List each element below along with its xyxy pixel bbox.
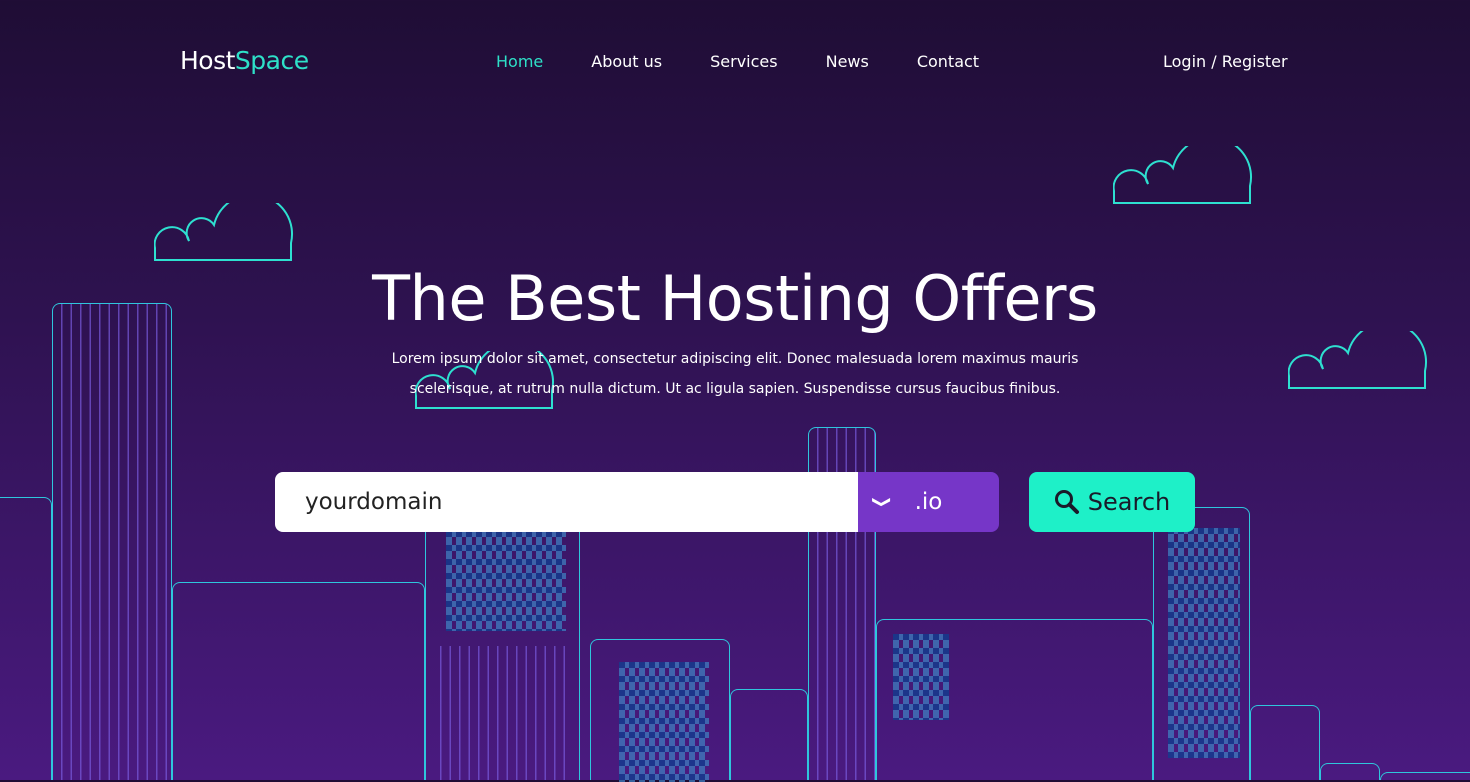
logo[interactable]: HostSpace (180, 46, 309, 75)
cloud-icon (1288, 331, 1428, 389)
building (1250, 705, 1320, 780)
building (730, 689, 808, 780)
building (876, 619, 1153, 780)
hero-subtitle: Lorem ipsum dolor sit amet, consectetur … (391, 351, 1079, 397)
nav-services[interactable]: Services (710, 52, 777, 71)
chevron-down-icon: ❯ (871, 495, 894, 509)
cloud-icon (154, 203, 294, 261)
building (52, 303, 172, 780)
building (425, 520, 580, 780)
main-nav: Home About us Services News Contact (496, 52, 979, 71)
domain-search: ❯.io (275, 472, 999, 532)
login-register-link[interactable]: Login / Register (1163, 52, 1288, 71)
building (1320, 763, 1380, 780)
search-button[interactable]: Search (1029, 472, 1195, 532)
search-icon (1054, 490, 1079, 514)
building (1153, 507, 1250, 780)
building (1380, 772, 1470, 780)
cloud-icon (1113, 146, 1253, 204)
nav-news[interactable]: News (826, 52, 869, 71)
building (172, 582, 425, 780)
nav-about[interactable]: About us (591, 52, 662, 71)
hero-title: The Best Hosting Offers (372, 262, 1098, 335)
building (590, 639, 730, 782)
nav-home[interactable]: Home (496, 52, 543, 71)
domain-input[interactable] (275, 472, 858, 532)
nav-contact[interactable]: Contact (917, 52, 979, 71)
tld-select[interactable]: ❯ .io (858, 472, 999, 532)
building (0, 497, 52, 780)
